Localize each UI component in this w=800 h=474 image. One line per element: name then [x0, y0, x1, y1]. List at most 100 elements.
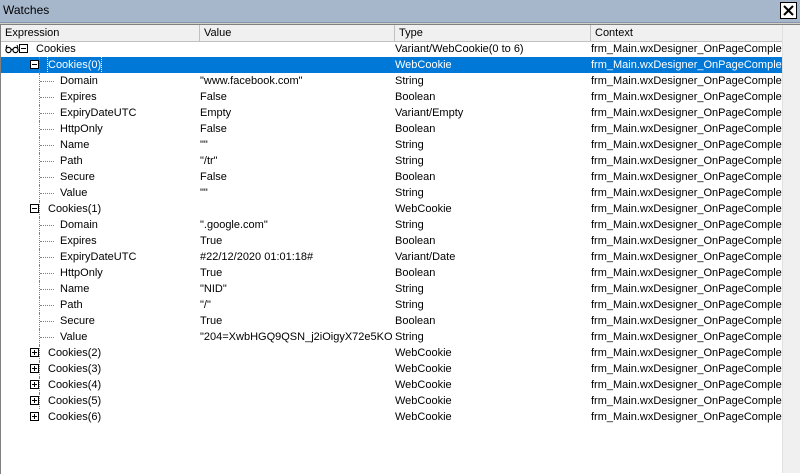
table-row[interactable]: Domain ".google.com" String frm_Main.wxDesi…: [1, 217, 782, 233]
type-cell: Boolean: [395, 235, 436, 247]
plus-box-icon[interactable]: [30, 380, 39, 389]
column-type[interactable]: Type: [395, 25, 591, 41]
value-cell: True: [200, 267, 223, 279]
value-cell: "/": [200, 299, 211, 311]
context-cell: frm_Main.wxDesigner_OnPageComplete: [591, 219, 782, 231]
expression-cell: Cookies(4): [1, 377, 198, 393]
table-row[interactable]: Cookies(3) WebCookie frm_Main.wxDesigner_O…: [1, 361, 782, 377]
expression-cell: ExpiryDateUTC: [1, 249, 198, 265]
tree-line: [40, 113, 54, 114]
plus-box-icon[interactable]: [30, 396, 39, 405]
table-row[interactable]: Cookies(0) WebCookie frm_Main.wxDesigner_O…: [1, 57, 782, 73]
type-cell: Variant/Date: [395, 251, 456, 263]
tree-line: [39, 377, 40, 393]
column-context[interactable]: Context: [591, 25, 782, 41]
close-button[interactable]: [780, 2, 797, 19]
type-cell: String: [395, 139, 424, 151]
tree-line: [39, 329, 40, 337]
context-cell: frm_Main.wxDesigner_OnPageComplete: [591, 75, 782, 87]
expression-text: Path: [60, 155, 83, 167]
table-row[interactable]: Secure True Boolean frm_Main.wxDesigner_OnP…: [1, 313, 782, 329]
expression-text: Cookies(6): [48, 411, 102, 423]
table-row[interactable]: Cookies(5) WebCookie frm_Main.wxDesigner_O…: [1, 393, 782, 409]
expression-cell: Name: [1, 281, 198, 297]
expression-text: Cookies(0): [46, 57, 103, 73]
minus-box-icon[interactable]: [30, 60, 39, 69]
expression-cell: Value: [1, 329, 198, 345]
expression-cell: HttpOnly: [1, 121, 198, 137]
expression-text: Cookies(1): [48, 203, 102, 215]
value-cell: [200, 345, 393, 361]
expression-text: Cookies(4): [48, 379, 102, 391]
tree-line: [40, 193, 54, 194]
close-icon: [783, 5, 794, 16]
table-row[interactable]: Expires True Boolean frm_Main.wxDesigner_On…: [1, 233, 782, 249]
value-cell: Empty: [200, 107, 232, 119]
table-row[interactable]: ExpiryDateUTC #22/12/2020 01:01:18# Varian…: [1, 249, 782, 265]
expression-cell: Domain: [1, 73, 198, 89]
expression-cell: Cookies(1): [1, 201, 198, 217]
expression-text: Expires: [60, 91, 97, 103]
table-row[interactable]: Cookies(1) WebCookie frm_Main.wxDesigner_O…: [1, 201, 782, 217]
table-row[interactable]: Cookies(2) WebCookie frm_Main.wxDesigner_O…: [1, 345, 782, 361]
table-row[interactable]: Cookies(4) WebCookie frm_Main.wxDesigner_O…: [1, 377, 782, 393]
table-row[interactable]: Cookies(6) WebCookie frm_Main.wxDesigner_O…: [1, 409, 782, 425]
type-cell: WebCookie: [395, 347, 452, 359]
value-cell: ".google.com": [200, 219, 268, 231]
tree-line: [40, 97, 54, 98]
value-cell: False: [200, 91, 227, 103]
value-cell: "204=XwbHGQ9QSN_j2iOigyX72e5KOZ: [200, 331, 393, 343]
table-row[interactable]: Value "" String frm_Main.wxDesigner_OnPageC…: [1, 185, 782, 201]
table-row[interactable]: HttpOnly False Boolean frm_Main.wxDesigner_…: [1, 121, 782, 137]
table-row[interactable]: Name "NID" String frm_Main.wxDesigner_OnPag…: [1, 281, 782, 297]
context-cell: frm_Main.wxDesigner_OnPageComplete: [591, 235, 782, 247]
table-row[interactable]: Path "/" String frm_Main.wxDesigner_OnPageC…: [1, 297, 782, 313]
column-expression[interactable]: Expression: [1, 25, 200, 41]
minus-box-icon[interactable]: [19, 44, 28, 53]
expression-cell: Expires: [1, 233, 198, 249]
value-cell: True: [200, 315, 223, 327]
minus-box-icon[interactable]: [30, 204, 39, 213]
table-row[interactable]: HttpOnly True Boolean frm_Main.wxDesigner_O…: [1, 265, 782, 281]
plus-box-icon[interactable]: [30, 412, 39, 421]
watch-list[interactable]: Expression Value Type Context Cookies Var…: [0, 24, 800, 474]
table-row[interactable]: Expires False Boolean frm_Main.wxDesigner_O…: [1, 89, 782, 105]
table-row[interactable]: Name "" String frm_Main.wxDesigner_OnPageCo…: [1, 137, 782, 153]
table-row[interactable]: Path "/tr" String frm_Main.wxDesigner_OnPag…: [1, 153, 782, 169]
expression-cell: Expires: [1, 89, 198, 105]
type-cell: String: [395, 331, 424, 343]
tree-line: [40, 145, 54, 146]
plus-box-icon[interactable]: [30, 348, 39, 357]
tree-line: [39, 345, 40, 361]
expression-text: Expires: [60, 235, 97, 247]
table-row[interactable]: Domain "www.facebook.com" String frm_Main.w…: [1, 73, 782, 89]
type-cell: String: [395, 299, 424, 311]
expression-cell: Path: [1, 297, 198, 313]
tree-line: [40, 129, 54, 130]
context-cell: frm_Main.wxDesigner_OnPageComplete: [591, 155, 782, 167]
context-cell: frm_Main.wxDesigner_OnPageComplete: [591, 59, 782, 71]
table-row[interactable]: Secure False Boolean frm_Main.wxDesigner_On…: [1, 169, 782, 185]
expression-cell: Cookies(3): [1, 361, 198, 377]
table-row[interactable]: Value "204=XwbHGQ9QSN_j2iOigyX72e5KOZ Stri…: [1, 329, 782, 345]
plus-box-icon[interactable]: [30, 364, 39, 373]
expression-text: Secure: [60, 171, 95, 183]
tree-line: [40, 257, 54, 258]
expression-text: Secure: [60, 315, 95, 327]
value-cell: [200, 201, 393, 217]
tree-line: [39, 201, 40, 217]
expression-text: Value: [60, 187, 88, 199]
table-row[interactable]: Cookies Variant/WebCookie(0 to 6) frm_Main…: [1, 41, 782, 57]
context-cell: frm_Main.wxDesigner_OnPageComplete: [591, 123, 782, 135]
expression-cell: Cookies(2): [1, 345, 198, 361]
value-cell: #22/12/2020 01:01:18#: [200, 251, 314, 263]
table-row[interactable]: ExpiryDateUTC Empty Variant/Empty frm_Main.…: [1, 105, 782, 121]
title-bar: Watches: [0, 0, 800, 23]
expression-text: Value: [60, 331, 88, 343]
vertical-scrollbar[interactable]: [782, 25, 800, 473]
type-cell: String: [395, 187, 424, 199]
column-value[interactable]: Value: [200, 25, 395, 41]
value-cell: [200, 377, 393, 393]
type-cell: String: [395, 155, 424, 167]
tree-line: [40, 177, 54, 178]
